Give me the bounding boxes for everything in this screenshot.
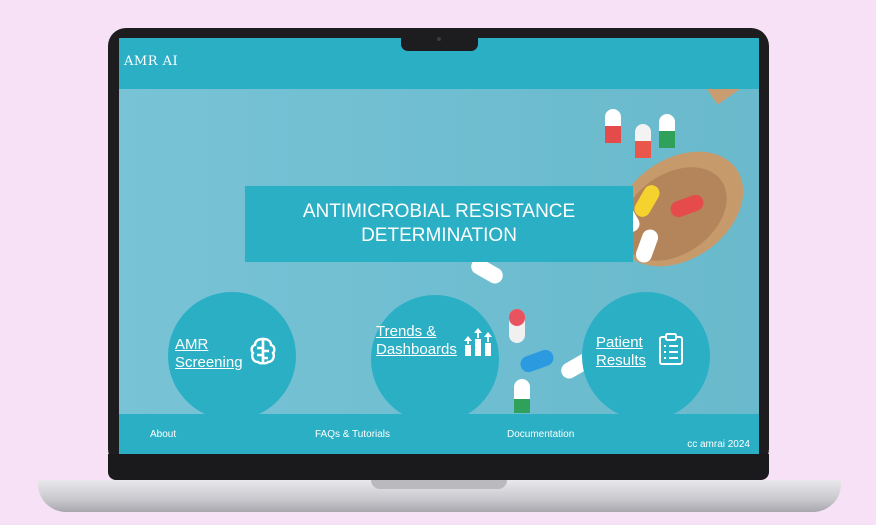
patient-results-card[interactable]: Patient Results bbox=[582, 292, 710, 414]
amr-screening-card[interactable]: AMR Screening bbox=[168, 292, 296, 414]
amr-screening-line1: AMR bbox=[175, 336, 209, 353]
trends-dashboards-card[interactable]: Trends & Dashboards bbox=[371, 295, 499, 414]
hero-title-box: ANTIMICROBIAL RESISTANCE DETERMINATION bbox=[245, 186, 633, 262]
patient-results-link[interactable]: Patient Results bbox=[596, 334, 646, 370]
brand-logo[interactable]: AMR AI bbox=[124, 54, 178, 69]
hero-title: ANTIMICROBIAL RESISTANCE DETERMINATION bbox=[302, 201, 576, 246]
patient-line1: Patient bbox=[596, 334, 643, 351]
footer-documentation-link[interactable]: Documentation bbox=[507, 429, 574, 440]
trends-dashboards-link[interactable]: Trends & Dashboards bbox=[376, 323, 457, 359]
patient-line2: Results bbox=[596, 352, 647, 369]
laptop-chin bbox=[108, 454, 769, 480]
screen: AMR AI ANTIMICROBIAL RESISTANCE DETERMIN… bbox=[119, 38, 759, 454]
laptop-base-groove bbox=[371, 480, 507, 489]
footer-about-link[interactable]: About bbox=[150, 429, 176, 440]
brain-icon bbox=[250, 337, 276, 365]
trends-line1: Trends & bbox=[376, 323, 437, 340]
footer-faqs-link[interactable]: FAQs & Tutorials bbox=[315, 429, 390, 440]
hero-section: ANTIMICROBIAL RESISTANCE DETERMINATION A… bbox=[119, 89, 759, 414]
copyright-text: cc amrai 2024 bbox=[687, 439, 750, 450]
amr-screening-line2: Screening bbox=[175, 354, 243, 371]
trends-line2: Dashboards bbox=[376, 341, 457, 358]
bar-chart-up-icon bbox=[464, 328, 492, 356]
footer: About FAQs & Tutorials Documentation cc … bbox=[119, 414, 759, 454]
camera-notch bbox=[401, 30, 478, 51]
clipboard-icon bbox=[659, 333, 683, 365]
amr-screening-link[interactable]: AMR Screening bbox=[175, 336, 243, 372]
camera-icon bbox=[437, 37, 441, 41]
